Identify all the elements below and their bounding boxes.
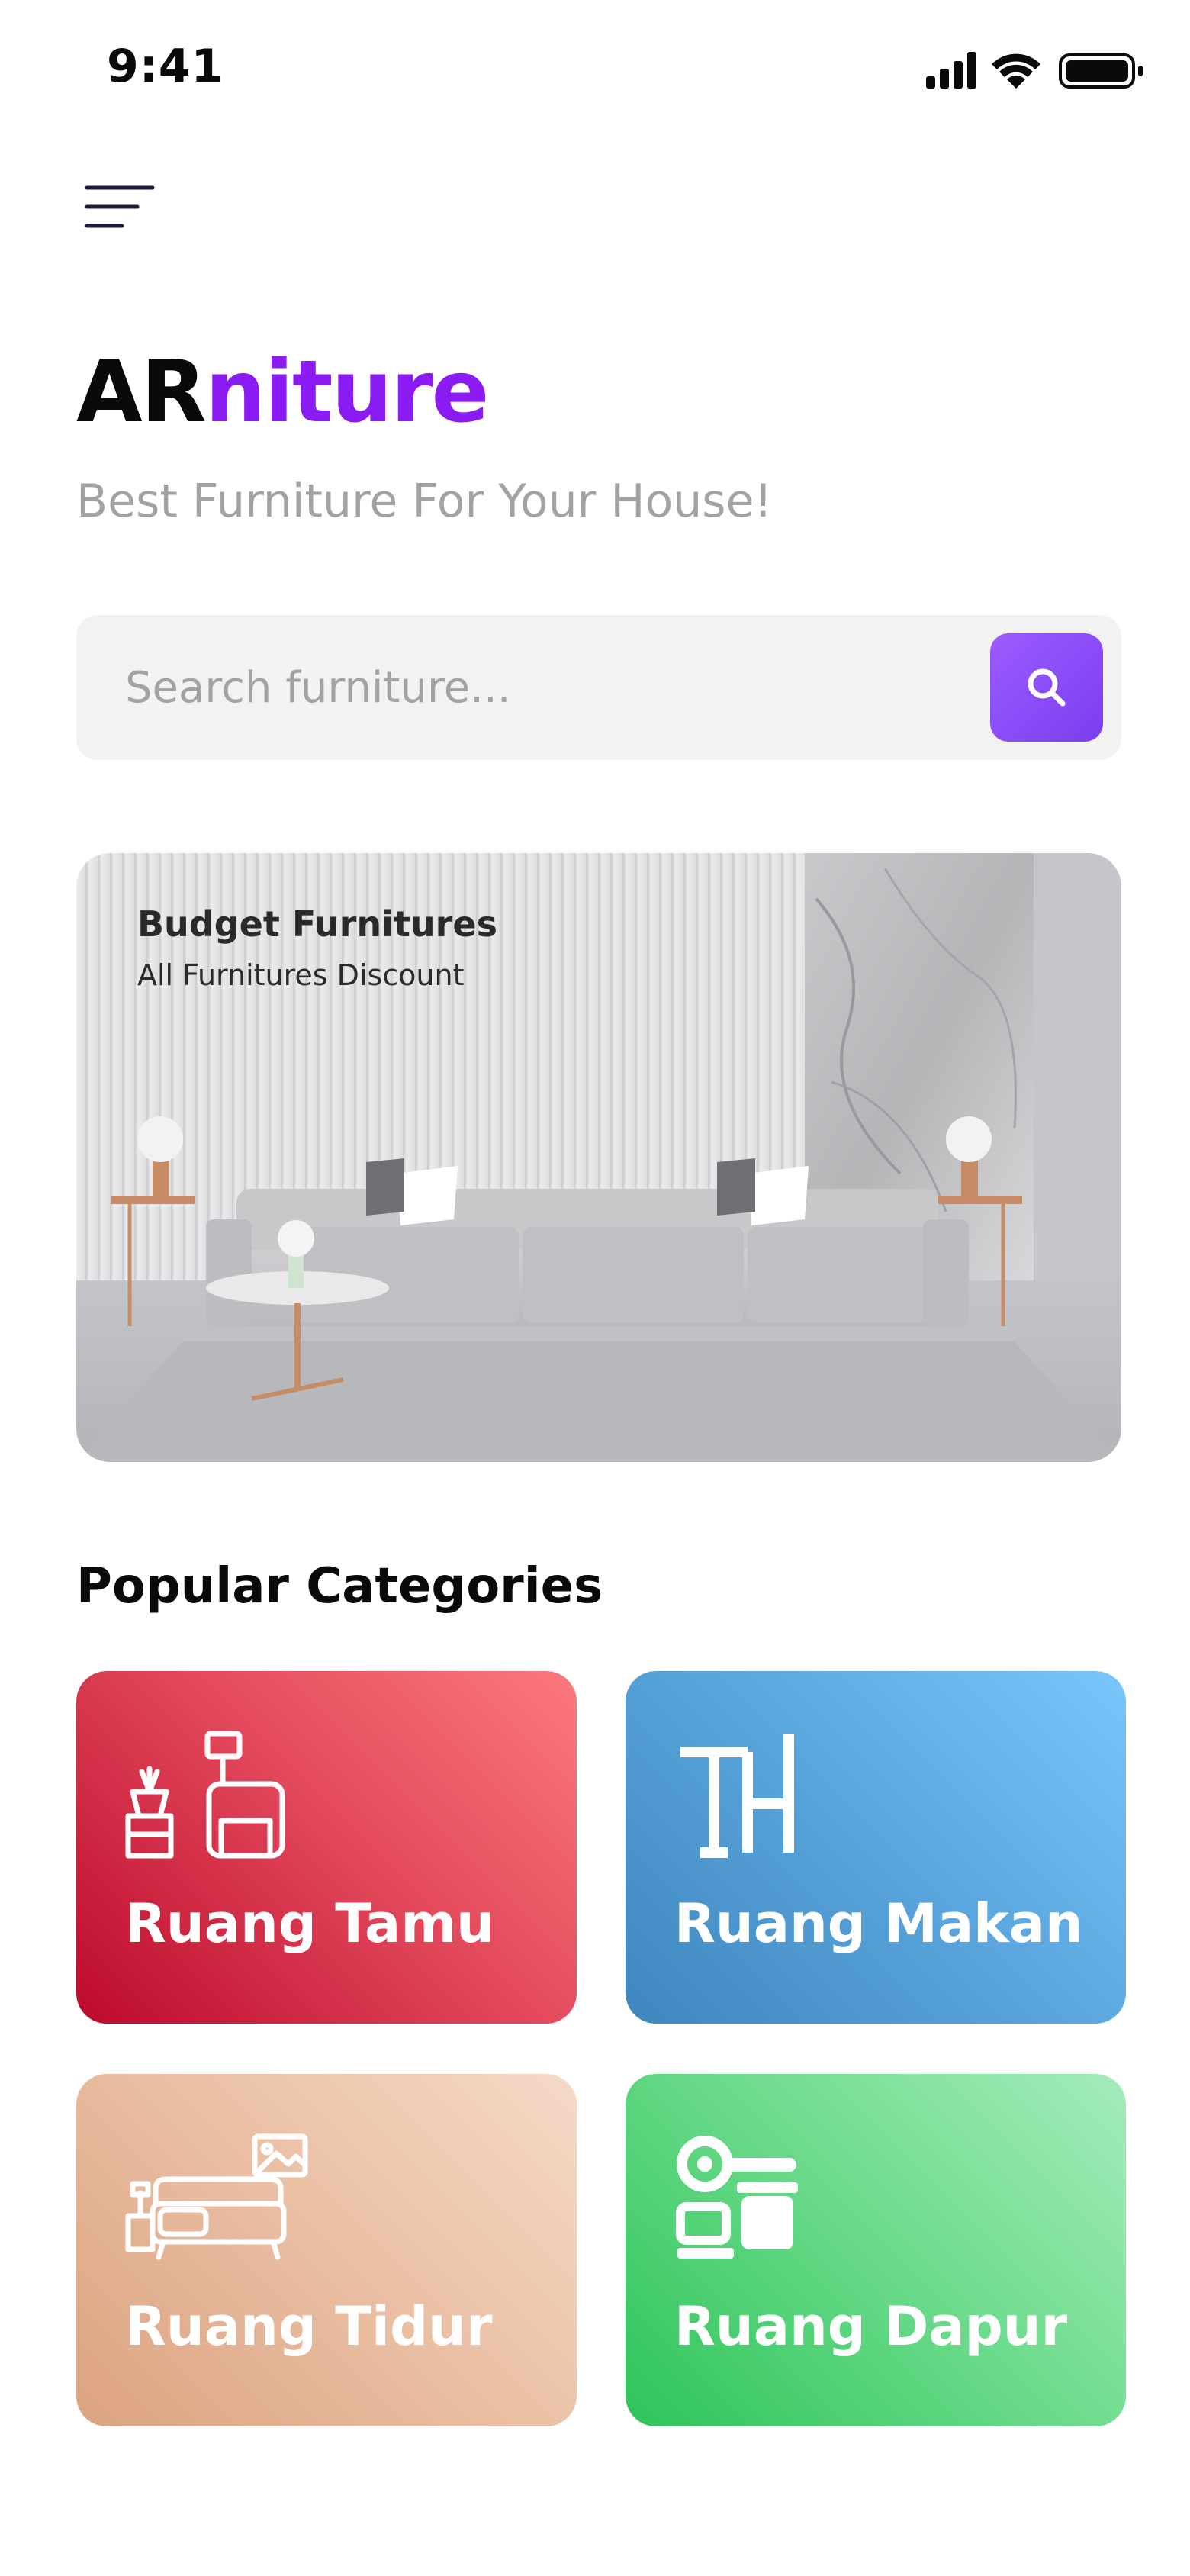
category-card-ruang-dapur[interactable]: Ruang Dapur bbox=[626, 2074, 1126, 2426]
kitchen-icon bbox=[676, 2136, 798, 2259]
brand-name-part1: AR bbox=[76, 343, 207, 442]
hamburger-menu-icon bbox=[85, 185, 155, 228]
status-bar: 9:41 bbox=[0, 0, 1190, 145]
bedroom-icon bbox=[125, 2133, 308, 2260]
category-label: Ruang Tamu bbox=[125, 1892, 495, 1955]
search-icon bbox=[1028, 668, 1066, 707]
banner-subtitle: All Furnitures Discount bbox=[137, 958, 465, 992]
dining-table-icon bbox=[680, 1734, 794, 1858]
category-label: Ruang Makan bbox=[674, 1892, 1083, 1955]
tagline: Best Furniture For Your House! bbox=[76, 475, 773, 528]
promo-banner[interactable]: Budget Furnitures All Furnitures Discoun… bbox=[76, 853, 1121, 1462]
living-room-icon bbox=[125, 1731, 285, 1859]
categories-title: Popular Categories bbox=[76, 1558, 603, 1615]
category-label: Ruang Tidur bbox=[125, 2295, 493, 2358]
status-time: 9:41 bbox=[107, 40, 224, 93]
category-card-ruang-makan[interactable]: Ruang Makan bbox=[626, 1671, 1126, 2024]
search-input[interactable] bbox=[125, 653, 964, 722]
cellular-signal-icon bbox=[926, 52, 976, 89]
menu-button[interactable] bbox=[82, 182, 159, 235]
category-card-ruang-tidur[interactable]: Ruang Tidur bbox=[76, 2074, 577, 2426]
banner-title: Budget Furnitures bbox=[137, 903, 497, 945]
brand-name-part2: niture bbox=[204, 343, 490, 442]
status-icons bbox=[926, 52, 1143, 89]
search-bar bbox=[76, 615, 1121, 760]
category-card-ruang-tamu[interactable]: Ruang Tamu bbox=[76, 1671, 577, 2024]
battery-icon bbox=[1059, 53, 1143, 89]
wifi-icon bbox=[992, 53, 1040, 89]
category-label: Ruang Dapur bbox=[674, 2295, 1068, 2358]
search-button[interactable] bbox=[990, 633, 1103, 742]
app-logo: ARniture bbox=[76, 349, 490, 435]
